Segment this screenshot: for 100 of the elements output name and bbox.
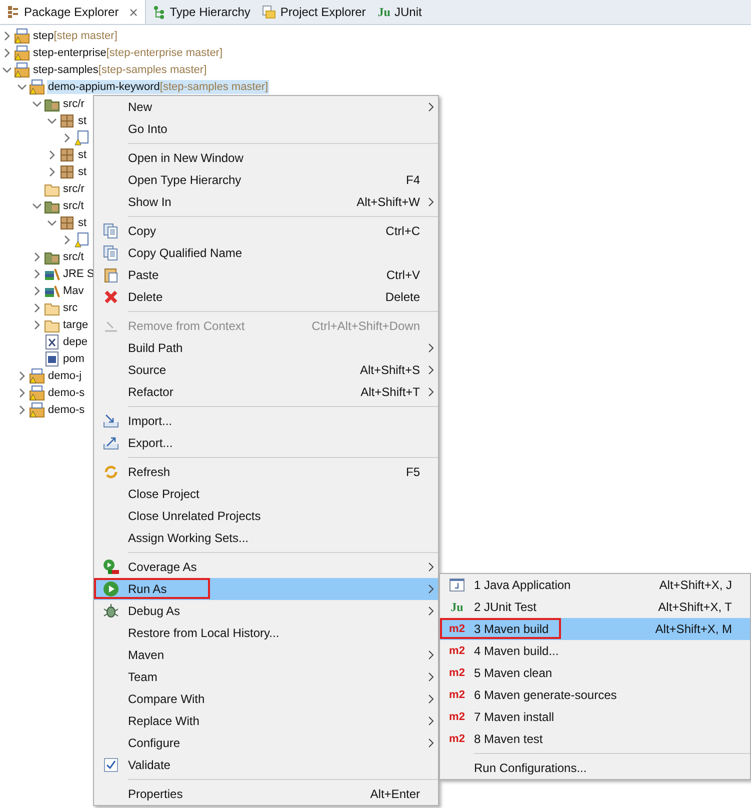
menu-item[interactable]: Copy Ctrl+C — [94, 220, 438, 242]
menu-item[interactable]: Close Project — [94, 483, 438, 505]
menu-item[interactable]: m2 4 Maven build... — [440, 640, 750, 662]
hierarchy-icon — [152, 5, 166, 19]
package-icon — [59, 146, 75, 162]
menu-item[interactable]: Assign Working Sets... — [94, 527, 438, 549]
menu-item[interactable]: Open Type Hierarchy F4 — [94, 169, 438, 191]
refresh-icon — [103, 464, 119, 480]
menu-item[interactable]: Close Unrelated Projects — [94, 505, 438, 527]
menu-item[interactable]: Paste Ctrl+V — [94, 264, 438, 286]
tree-item[interactable]: src/r — [62, 182, 86, 196]
library-icon — [44, 282, 60, 298]
java-file-icon — [74, 130, 90, 146]
package-icon — [59, 164, 75, 180]
maven-icon: m2 — [449, 689, 465, 701]
menu-item[interactable]: Build Path — [94, 337, 438, 359]
folder-icon — [14, 44, 30, 60]
package-icon — [6, 5, 20, 19]
menu-item[interactable]: Restore from Local History... — [94, 622, 438, 644]
menu-item[interactable]: m2 5 Maven clean — [440, 662, 750, 684]
tree-item[interactable]: st — [77, 148, 88, 162]
folder-icon — [29, 384, 45, 400]
tree-item[interactable]: depe — [62, 334, 88, 348]
close-icon[interactable]: ⨯ — [128, 5, 139, 19]
menu-item[interactable]: Validate — [94, 754, 438, 776]
tree-item[interactable]: src — [62, 300, 79, 314]
menu-item[interactable]: m2 3 Maven build Alt+Shift+X, M — [440, 618, 750, 640]
menu-item[interactable]: Debug As — [94, 600, 438, 622]
tree-item[interactable]: Mav — [62, 284, 85, 298]
tree-item[interactable]: demo-appium-keyword[step-samples master] — [47, 80, 270, 94]
folder-icon — [29, 368, 45, 384]
clipboard-icon — [103, 267, 119, 283]
menu-item[interactable]: m2 8 Maven test — [440, 728, 750, 750]
menu-item[interactable]: Import... — [94, 410, 438, 432]
tree-item[interactable]: step-samples[step-samples master] — [32, 62, 208, 76]
maven-icon: m2 — [449, 623, 465, 635]
view-tab[interactable]: Type Hierarchy — [146, 0, 256, 24]
view-tab[interactable]: Ju JUnit — [372, 0, 428, 24]
maven-icon: m2 — [449, 667, 465, 679]
menu-item[interactable]: Maven — [94, 644, 438, 666]
folder-icon — [29, 78, 45, 94]
menu-item[interactable]: Refactor Alt+Shift+T — [94, 381, 438, 403]
menu-item[interactable]: Replace With — [94, 710, 438, 732]
menu-item[interactable]: New — [94, 96, 438, 118]
menu-item[interactable]: Ju 2 JUnit Test Alt+Shift+X, T — [440, 596, 750, 618]
run-icon — [103, 581, 119, 597]
maven-file-icon — [44, 350, 60, 366]
window-icon — [449, 577, 465, 593]
view-tab[interactable]: Project Explorer — [256, 0, 372, 24]
folder-icon — [14, 62, 30, 78]
tree-item[interactable]: st — [77, 114, 88, 128]
menu-item[interactable]: Configure — [94, 732, 438, 754]
maven-icon: m2 — [449, 733, 465, 745]
tree-item[interactable]: targe — [62, 318, 90, 332]
tree-item[interactable]: demo-s — [47, 386, 86, 400]
copy-icon — [103, 245, 119, 261]
library-icon — [44, 266, 60, 282]
menu-item[interactable]: Coverage As — [94, 556, 438, 578]
menu-item[interactable]: 1 Java Application Alt+Shift+X, J — [440, 574, 750, 596]
bug-icon — [103, 603, 119, 619]
export-icon — [103, 435, 119, 451]
delete-icon — [103, 289, 119, 305]
menu-item[interactable]: Delete Delete — [94, 286, 438, 308]
view-tab[interactable]: Package Explorer ⨯ — [0, 0, 146, 24]
menu-item[interactable]: Team — [94, 666, 438, 688]
tree-item[interactable]: src/t — [62, 198, 85, 212]
tree-item[interactable]: step[step master] — [32, 28, 118, 42]
xml-file-icon — [44, 334, 60, 350]
folder-icon — [14, 28, 30, 44]
import-icon — [103, 413, 119, 429]
menu-item[interactable]: Run As — [94, 578, 438, 600]
tree-item[interactable]: pom — [62, 352, 86, 366]
menu-item[interactable]: Show In Alt+Shift+W — [94, 191, 438, 213]
tree-item[interactable]: st — [77, 216, 88, 230]
package-icon — [59, 112, 75, 128]
tree-item[interactable]: src/t — [62, 250, 85, 264]
menu-item[interactable]: m2 6 Maven generate-sources — [440, 684, 750, 706]
menu-item[interactable]: Compare With — [94, 688, 438, 710]
menu-item[interactable]: Copy Qualified Name — [94, 242, 438, 264]
maven-icon: m2 — [449, 645, 465, 657]
menu-item[interactable]: Refresh F5 — [94, 461, 438, 483]
menu-item[interactable]: Run Configurations... — [440, 757, 750, 779]
menu-item[interactable]: Open in New Window — [94, 147, 438, 169]
package-icon — [59, 214, 75, 230]
junit-icon: Ju — [450, 600, 464, 614]
menu-item[interactable]: Properties Alt+Enter — [94, 783, 438, 805]
folder-icon — [262, 5, 276, 19]
tree-item[interactable]: st — [77, 164, 88, 178]
folder-icon — [29, 402, 45, 418]
tree-item[interactable]: step-enterprise[step-enterprise master] — [32, 46, 224, 60]
menu-item[interactable]: Source Alt+Shift+S — [94, 359, 438, 381]
menu-item[interactable]: Go Into — [94, 118, 438, 140]
coverage-icon — [103, 559, 119, 575]
menu-item[interactable]: m2 7 Maven install — [440, 706, 750, 728]
menu-item[interactable]: Export... — [94, 432, 438, 454]
tree-item[interactable]: demo-j — [47, 368, 83, 382]
java-file-icon — [74, 232, 90, 248]
tree-item[interactable]: demo-s — [47, 402, 86, 416]
junit-icon: Ju — [378, 4, 390, 20]
tree-item[interactable]: src/r — [62, 96, 86, 110]
